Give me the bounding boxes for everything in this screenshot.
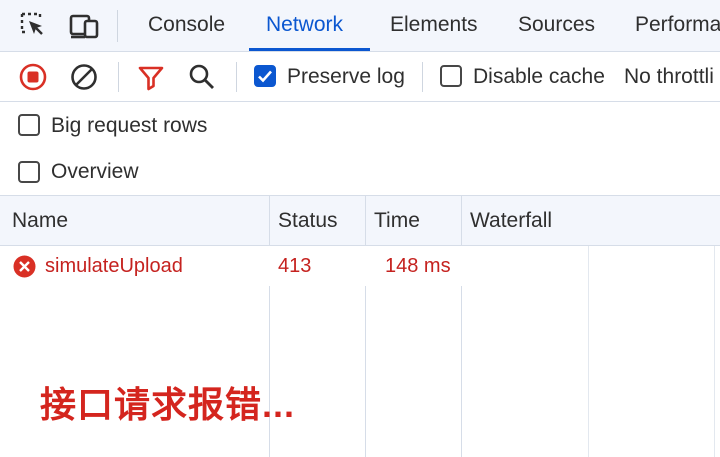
column-divider[interactable] xyxy=(365,196,366,457)
preserve-log-checkbox[interactable] xyxy=(254,65,276,87)
toolbar-divider xyxy=(236,62,237,92)
inspect-element-icon[interactable] xyxy=(20,12,48,40)
disable-cache-checkbox[interactable] xyxy=(440,65,462,87)
waterfall-gridline xyxy=(588,246,589,457)
filter-icon[interactable] xyxy=(136,62,166,92)
request-status: 413 xyxy=(278,255,312,277)
network-toolbar: Preserve log Disable cache No throttli xyxy=(0,52,720,102)
request-time: 148 ms xyxy=(385,255,451,277)
column-header-name[interactable]: Name xyxy=(12,209,68,233)
search-icon[interactable] xyxy=(187,62,217,92)
column-divider[interactable] xyxy=(461,196,462,457)
toolbar-divider xyxy=(422,62,423,92)
active-tab-indicator xyxy=(249,48,370,51)
tab-performance[interactable]: Performa xyxy=(635,13,720,37)
tab-elements[interactable]: Elements xyxy=(390,13,478,37)
toolbar-divider xyxy=(118,62,119,92)
annotation-caption: 接口请求报错... xyxy=(40,384,296,425)
overview-checkbox[interactable] xyxy=(18,161,40,183)
throttling-select[interactable]: No throttli xyxy=(624,65,714,89)
request-name: simulateUpload xyxy=(45,255,183,277)
table-row[interactable]: simulateUpload 413 148 ms xyxy=(0,246,462,286)
column-header-status[interactable]: Status xyxy=(278,209,338,233)
big-request-rows-label: Big request rows xyxy=(51,114,208,137)
record-stop-icon[interactable] xyxy=(18,62,48,92)
big-request-rows-checkbox[interactable] xyxy=(18,114,40,136)
tab-console[interactable]: Console xyxy=(148,13,225,37)
devtools-tab-bar: Console Network Elements Sources Perform… xyxy=(0,0,720,52)
error-icon xyxy=(13,255,36,278)
device-toolbar-icon[interactable] xyxy=(69,12,101,40)
column-header-time[interactable]: Time xyxy=(374,209,420,233)
disable-cache-label: Disable cache xyxy=(473,65,605,88)
network-settings-pane: Big request rows Overview xyxy=(0,102,720,196)
waterfall-gridline xyxy=(714,246,715,457)
tab-sources[interactable]: Sources xyxy=(518,13,595,37)
column-header-waterfall[interactable]: Waterfall xyxy=(470,209,552,233)
preserve-log-label: Preserve log xyxy=(287,65,405,88)
tab-network[interactable]: Network xyxy=(266,13,343,37)
overview-label: Overview xyxy=(51,160,139,183)
tab-bar-divider xyxy=(117,10,118,42)
clear-icon[interactable] xyxy=(69,62,99,92)
request-table-header: Name Status Time Waterfall xyxy=(0,196,720,246)
